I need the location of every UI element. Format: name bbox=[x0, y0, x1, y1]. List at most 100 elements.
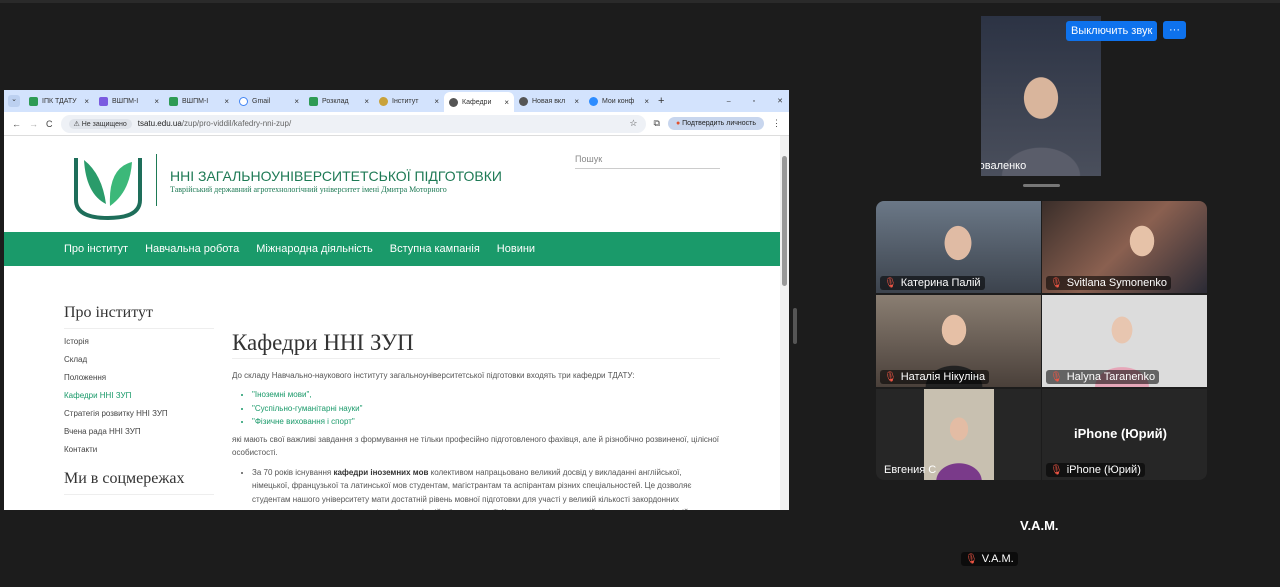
participant-tile: 🎙 Svitlana Symonenko bbox=[1042, 201, 1207, 293]
participant-name: 🎙 Катерина Палій bbox=[880, 276, 985, 290]
zoom-icon bbox=[589, 96, 598, 106]
nav-item-education[interactable]: Навчальна робота bbox=[145, 243, 239, 255]
sidebar-item-strategy[interactable]: Стратегія розвитку ННІ ЗУП bbox=[64, 409, 214, 418]
close-icon[interactable]: × bbox=[364, 97, 369, 106]
mic-muted-icon: 🎙 bbox=[1050, 277, 1063, 289]
tab-bar: ⌄ ІПК ТДАТУ × ВШПМ-I × ВШПМ-I × Gmail × Розк… bbox=[4, 90, 789, 112]
department-link[interactable]: "Суспільно-гуманітарні науки" bbox=[252, 402, 720, 416]
globe-icon bbox=[519, 96, 528, 106]
address-bar: ← → C ⚠ Не защищено tsatu.edu.ua/zup/pro… bbox=[4, 112, 789, 136]
nav-item-admission[interactable]: Вступна кампанія bbox=[390, 243, 480, 255]
sidebar-item-departments[interactable]: Кафедри ННІ ЗУП bbox=[64, 391, 214, 400]
top-border bbox=[0, 0, 1280, 3]
favicon-icon bbox=[309, 96, 318, 106]
close-icon[interactable]: × bbox=[504, 98, 509, 107]
sidebar-item-staff[interactable]: Склад bbox=[64, 355, 214, 364]
participant-tile: 🎙 Halyna Taranenko bbox=[1042, 295, 1207, 387]
department-link[interactable]: "Іноземні мови", bbox=[252, 388, 720, 402]
tab[interactable]: Новая вкл × bbox=[514, 92, 584, 110]
site-subtitle: Таврійський державний агротехнологічний … bbox=[170, 185, 447, 194]
menu-icon[interactable]: ⋮ bbox=[772, 118, 781, 129]
unmute-button[interactable]: Выключить звук bbox=[1066, 21, 1158, 41]
close-icon[interactable]: × bbox=[574, 97, 579, 106]
sidebar-item-regulations[interactable]: Положення bbox=[64, 373, 214, 382]
url-input[interactable]: ⚠ Не защищено tsatu.edu.ua/zup/pro-viddi… bbox=[60, 114, 646, 133]
participant-name: 🎙 iPhone (Юрий) bbox=[1046, 463, 1145, 477]
scrollbar-thumb[interactable] bbox=[782, 156, 787, 286]
main-nav: Про інститут Навчальна робота Міжнародна… bbox=[4, 232, 780, 266]
search-input[interactable]: Пошук bbox=[575, 154, 720, 169]
maximize-icon[interactable]: ▫ bbox=[753, 98, 755, 105]
logo-divider bbox=[156, 154, 157, 206]
close-icon[interactable]: × bbox=[154, 97, 159, 106]
new-tab-icon[interactable]: + bbox=[658, 95, 664, 107]
not-secure-badge[interactable]: ⚠ Не защищено bbox=[68, 118, 132, 129]
shared-screen-browser: ⌄ ІПК ТДАТУ × ВШПМ-I × ВШПМ-I × Gmail × Розк… bbox=[4, 90, 789, 510]
tab-search-button[interactable]: ⌄ bbox=[8, 95, 20, 107]
close-icon[interactable]: × bbox=[294, 97, 299, 106]
favicon-icon bbox=[29, 96, 38, 106]
sidebar-item-contacts[interactable]: Контакти bbox=[64, 445, 214, 454]
close-icon[interactable]: × bbox=[434, 97, 439, 106]
social-title: Ми в соцмережах bbox=[64, 470, 214, 495]
more-options-button[interactable]: ··· bbox=[1163, 21, 1186, 39]
participant-placeholder-name: iPhone (Юрий) bbox=[1074, 426, 1167, 441]
participant-name: Евгения С bbox=[884, 464, 937, 476]
forward-icon[interactable]: → bbox=[29, 119, 38, 129]
scrollbar[interactable] bbox=[780, 136, 789, 510]
tab[interactable]: ВШПМ-I × bbox=[94, 92, 164, 110]
participant-name: 🎙 Svitlana Symonenko bbox=[1046, 276, 1171, 290]
sidebar-item-history[interactable]: Історія bbox=[64, 337, 214, 346]
participant-name: 🎙 Наталія Нікуліна bbox=[880, 370, 990, 384]
verify-identity-button[interactable]: ● Подтвердить личность bbox=[667, 117, 764, 130]
tab[interactable]: Мои конф × bbox=[584, 92, 654, 110]
participant-tile: 🎙 Наталія Нікуліна bbox=[876, 295, 1041, 387]
tab[interactable]: Gmail × bbox=[234, 92, 304, 110]
mic-muted-icon: 🎙 bbox=[1050, 464, 1063, 476]
participant-name: Анастасія Коноваленко bbox=[981, 160, 1027, 172]
favicon-icon bbox=[99, 96, 108, 106]
close-icon[interactable]: × bbox=[644, 97, 649, 106]
participant-name: 🎙 Halyna Taranenko bbox=[1046, 370, 1160, 384]
nav-item-international[interactable]: Міжнародна діяльність bbox=[256, 243, 373, 255]
participant-name: 🎙 V.A.M. bbox=[961, 552, 1018, 566]
page-title: Кафедри ННІ ЗУП bbox=[232, 331, 720, 359]
extensions-icon[interactable]: ⧉ bbox=[654, 118, 660, 129]
site-title: ННІ ЗАГАЛЬНОУНІВЕРСИТЕТСЬКОЇ ПІДГОТОВКИ bbox=[170, 168, 502, 184]
participant-placeholder-name: V.A.M. bbox=[1020, 518, 1059, 533]
window-close-icon[interactable]: ✕ bbox=[777, 97, 783, 105]
body-bullet: За 70 років існування кафедри іноземних … bbox=[252, 466, 720, 511]
panel-resize-handle[interactable] bbox=[793, 308, 797, 344]
tab[interactable]: Розклад × bbox=[304, 92, 374, 110]
star-icon[interactable]: ☆ bbox=[629, 118, 637, 129]
tab-active[interactable]: Кафедри × bbox=[444, 92, 514, 112]
mic-muted-icon: 🎙 bbox=[1050, 371, 1063, 383]
body-text: які мають свої важливі завдання з формув… bbox=[232, 434, 720, 458]
google-icon bbox=[239, 96, 248, 106]
web-page: ННІ ЗАГАЛЬНОУНІВЕРСИТЕТСЬКОЇ ПІДГОТОВКИ … bbox=[4, 136, 789, 510]
minimize-icon[interactable]: – bbox=[727, 98, 731, 105]
participant-tile: Евгения С bbox=[876, 389, 1041, 480]
close-icon[interactable]: × bbox=[84, 97, 89, 106]
tab[interactable]: ІПК ТДАТУ × bbox=[24, 92, 94, 110]
close-icon[interactable]: × bbox=[224, 97, 229, 106]
mic-muted-icon: 🎙 bbox=[884, 371, 897, 383]
gallery-resize-handle[interactable] bbox=[1023, 184, 1060, 187]
intro-text: До складу Навчально-наукового інституту … bbox=[232, 370, 635, 380]
participant-tile: iPhone (Юрий) 🎙 iPhone (Юрий) bbox=[1042, 389, 1207, 480]
reload-icon[interactable]: C bbox=[46, 119, 53, 129]
department-link[interactable]: "Фізичне виховання і спорт" bbox=[252, 415, 720, 429]
nav-item-news[interactable]: Новини bbox=[497, 243, 535, 255]
globe-icon bbox=[449, 97, 458, 107]
tab[interactable]: Інститут × bbox=[374, 92, 444, 110]
university-logo bbox=[74, 158, 142, 221]
sidebar-item-council[interactable]: Вчена рада ННІ ЗУП bbox=[64, 427, 214, 436]
favicon-icon bbox=[379, 96, 388, 106]
nav-item-about[interactable]: Про інститут bbox=[64, 243, 128, 255]
back-icon[interactable]: ← bbox=[12, 119, 21, 129]
participant-tile: 🎙 Катерина Палій bbox=[876, 201, 1041, 293]
mic-muted-icon: 🎙 bbox=[965, 553, 978, 565]
favicon-icon bbox=[169, 96, 178, 106]
main-content: Кафедри ННІ ЗУП До складу Навчально-наук… bbox=[232, 331, 720, 511]
tab[interactable]: ВШПМ-I × bbox=[164, 92, 234, 110]
